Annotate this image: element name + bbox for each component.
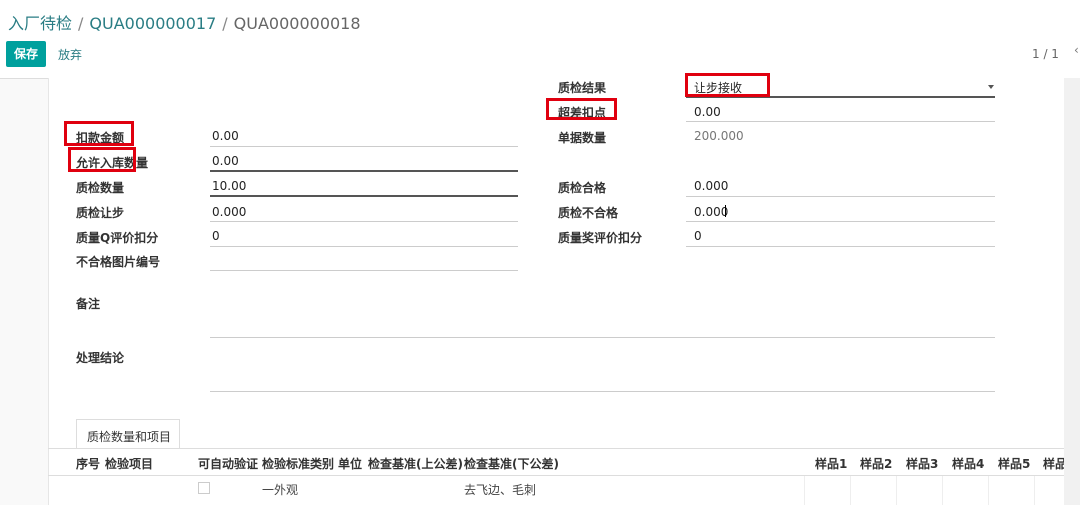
tab-divider — [48, 448, 1064, 449]
allowed-in-qty-underline — [210, 170, 518, 172]
remark-label: 备注 — [76, 297, 101, 311]
deduct-amount-underline — [210, 146, 518, 147]
over-deduct-input[interactable]: 0.00 — [694, 105, 721, 119]
column-divider — [942, 476, 943, 505]
column-header-std-type[interactable]: 检验标准类别 — [262, 455, 334, 472]
fail-image-no-underline — [210, 270, 518, 271]
column-header-item[interactable]: 检验项目 — [105, 455, 153, 472]
highlight-box — [685, 73, 770, 97]
column-divider — [804, 476, 805, 505]
quality-award-deduct-input[interactable]: 0 — [694, 229, 702, 243]
allowed-in-qty-input[interactable]: 0.00 — [212, 154, 239, 168]
highlight-box — [546, 98, 617, 120]
pager-value[interactable]: 1 / 1 — [1032, 47, 1059, 61]
column-header-lower[interactable]: 检查基准(下公差) — [464, 455, 559, 472]
pager-previous-icon[interactable]: ‹ — [1074, 43, 1079, 57]
tab-qc-qty-items[interactable]: 质检数量和项目 — [76, 419, 180, 449]
save-button[interactable]: 保存 — [6, 41, 46, 67]
column-header-upper[interactable]: 检查基准(上公差) — [368, 455, 463, 472]
quality-q-deduct-label: 质量Q评价扣分 — [76, 231, 159, 245]
quality-award-deduct-underline — [686, 246, 995, 247]
qc-qty-label: 质检数量 — [76, 181, 125, 195]
column-header-sample1[interactable]: 样品1 — [815, 455, 847, 472]
qc-result-label: 质检结果 — [558, 81, 607, 95]
remark-textarea[interactable] — [212, 292, 992, 334]
fail-image-no-label: 不合格图片编号 — [76, 255, 161, 269]
vertical-scrollbar[interactable] — [1064, 78, 1080, 505]
qc-concession-input[interactable]: 0.000 — [212, 205, 246, 219]
qc-fail-underline — [686, 221, 995, 222]
row-lower: 去飞边、毛刺 — [464, 483, 537, 497]
column-header-sample5[interactable]: 样品5 — [998, 455, 1030, 472]
doc-qty-label: 单据数量 — [558, 131, 607, 145]
control-panel: 入厂待检 / QUA000000017 / QUA000000018 保存 放弃 1 /… — [0, 0, 1080, 79]
breadcrumb-separator: / — [78, 14, 84, 33]
text-cursor — [725, 205, 726, 217]
deduct-amount-input[interactable]: 0.00 — [212, 129, 239, 143]
conclusion-underline — [210, 391, 995, 392]
conclusion-textarea[interactable] — [212, 346, 992, 388]
qc-pass-input[interactable]: 0.000 — [694, 179, 728, 193]
breadcrumb: 入厂待检 / QUA000000017 / QUA000000018 — [8, 10, 361, 34]
tab-label: 质检数量和项目 — [87, 430, 172, 444]
column-header-auto[interactable]: 可自动验证 — [198, 455, 258, 472]
discard-button[interactable]: 放弃 — [58, 46, 82, 63]
column-header-seq[interactable]: 序号 — [76, 455, 100, 472]
column-header-sample3[interactable]: 样品3 — [906, 455, 938, 472]
column-divider — [896, 476, 897, 505]
breadcrumb-record[interactable]: QUA000000017 — [89, 14, 216, 33]
highlight-box — [68, 147, 136, 172]
qc-qty-input[interactable]: 10.00 — [212, 179, 246, 193]
qc-concession-underline — [210, 221, 518, 222]
auto-verify-checkbox[interactable] — [198, 482, 210, 494]
conclusion-label: 处理结论 — [76, 351, 125, 365]
quality-award-deduct-label: 质量奖评价扣分 — [558, 231, 643, 245]
column-header-sample4[interactable]: 样品4 — [952, 455, 984, 472]
qc-fail-input[interactable]: 0.000 — [694, 205, 728, 219]
remark-underline — [210, 337, 995, 338]
qc-pass-underline — [686, 196, 995, 197]
breadcrumb-root[interactable]: 入厂待检 — [8, 14, 72, 33]
over-deduct-underline — [686, 121, 995, 122]
column-header-unit[interactable]: 单位 — [338, 455, 362, 472]
qc-qty-underline — [210, 195, 518, 197]
table-header-divider — [48, 475, 1064, 476]
quality-q-deduct-input[interactable]: 0 — [212, 229, 220, 243]
column-divider — [988, 476, 989, 505]
breadcrumb-current: QUA000000018 — [233, 14, 361, 33]
qc-concession-label: 质检让步 — [76, 206, 125, 220]
highlight-box — [64, 121, 134, 146]
qc-pass-label: 质检合格 — [558, 181, 607, 195]
column-divider — [1034, 476, 1035, 505]
chevron-down-icon[interactable] — [988, 85, 994, 89]
column-header-sample2[interactable]: 样品2 — [860, 455, 892, 472]
breadcrumb-separator: / — [222, 14, 228, 33]
doc-qty-value: 200.000 — [694, 129, 744, 143]
quality-q-deduct-underline — [210, 246, 518, 247]
qc-fail-label: 质检不合格 — [558, 206, 619, 220]
row-std-type: 一外观 — [262, 483, 299, 497]
column-divider — [850, 476, 851, 505]
